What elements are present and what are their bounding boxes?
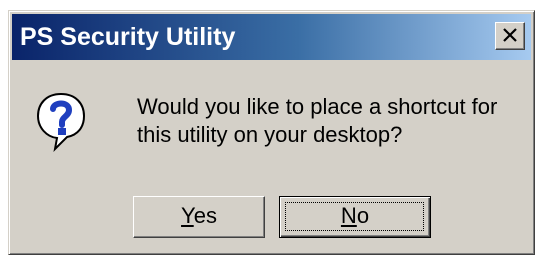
question-mark-icon	[36, 92, 86, 152]
dialog-message: Would you like to place a shortcut for t…	[137, 94, 498, 147]
no-label-rest: o	[356, 203, 370, 228]
yes-button[interactable]: Yes	[133, 196, 265, 238]
window-title: PS Security Utility	[20, 23, 236, 51]
no-button[interactable]: No	[279, 196, 431, 238]
dialog-window: PS Security Utility Would you like to pl…	[8, 10, 535, 255]
no-accelerator: N	[340, 203, 357, 228]
title-bar[interactable]: PS Security Utility	[12, 14, 531, 60]
yes-label-rest: es	[193, 203, 217, 228]
yes-accelerator: Y	[181, 203, 194, 228]
close-x-icon	[503, 28, 517, 42]
close-button[interactable]	[495, 22, 525, 50]
